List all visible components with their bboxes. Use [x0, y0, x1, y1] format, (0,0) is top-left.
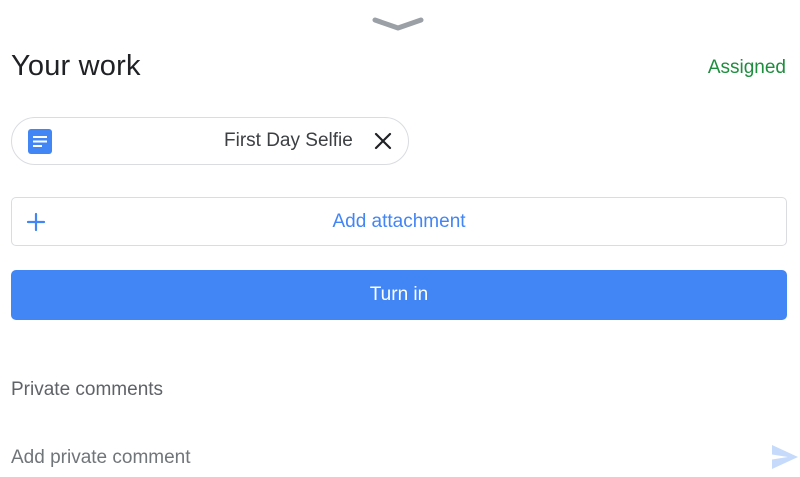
private-comments-heading: Private comments — [11, 379, 164, 400]
private-comment-input[interactable] — [11, 444, 751, 472]
turn-in-label: Turn in — [369, 284, 429, 305]
close-icon[interactable] — [374, 132, 392, 150]
attachment-file-name: First Day Selfie — [224, 130, 353, 151]
send-icon[interactable] — [770, 443, 800, 471]
page-title: Your work — [11, 50, 141, 82]
google-docs-icon — [28, 129, 52, 154]
add-attachment-label: Add attachment — [332, 211, 466, 232]
your-work-panel: Your work Assigned First Day Selfie Add … — [0, 0, 800, 477]
status-label: Assigned — [707, 57, 786, 78]
attachment-chip[interactable]: First Day Selfie — [11, 117, 409, 165]
chevron-down-icon[interactable] — [372, 16, 424, 32]
turn-in-button[interactable]: Turn in — [11, 270, 787, 320]
add-attachment-button[interactable]: Add attachment — [11, 197, 787, 246]
